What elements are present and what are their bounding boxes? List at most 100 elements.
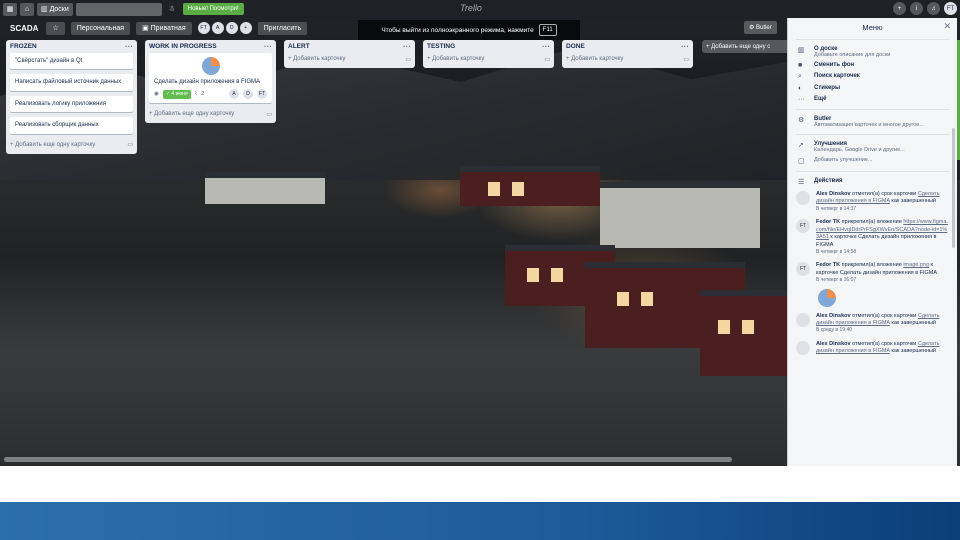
bell-icon[interactable]: ♫ (927, 2, 940, 15)
activity-time[interactable]: В четверг в 14:37 (816, 206, 856, 212)
butler-label: Butler (756, 24, 772, 31)
apps-icon[interactable]: ▦ (3, 2, 17, 16)
activity-text: прикрепил(а) вложение (841, 262, 902, 269)
add-card-button[interactable]: + Добавить еще одну карточку ▭ (10, 139, 133, 151)
activity-time[interactable]: В четверг в 16:07 (816, 277, 856, 283)
menu-scrollbar[interactable] (952, 128, 955, 248)
activity-avatar[interactable] (796, 312, 810, 327)
list-title[interactable]: TESTING (427, 43, 455, 50)
activity-text: отметил(а) срок карточки (852, 340, 917, 347)
home-icon[interactable]: ⌂ (20, 2, 34, 16)
add-card-button[interactable]: + Добавить карточку ▭ (288, 53, 411, 65)
trello-logo[interactable]: Trello (460, 3, 482, 13)
star-icon[interactable]: ☆ (46, 21, 65, 35)
activity-avatar[interactable] (796, 340, 810, 355)
card[interactable]: Реализовать сборщик данных (10, 117, 133, 134)
list-menu-icon[interactable]: ··· (542, 42, 550, 51)
menu-item-search[interactable]: ⌕ Поиск карточек (788, 71, 957, 83)
list-alert[interactable]: ALERT ··· + Добавить карточку ▭ (284, 40, 415, 68)
list-title[interactable]: ALERT (288, 43, 310, 50)
butler-button[interactable]: ⚙ Butler (744, 21, 777, 34)
list-done[interactable]: DONE ··· + Добавить карточку ▭ (562, 40, 693, 68)
list-work-in-progress[interactable]: WORK IN PROGRESS ··· Сделать дизайн прило… (145, 40, 276, 124)
template-icon[interactable]: ▭ (405, 56, 411, 63)
template-icon[interactable]: ▭ (266, 111, 272, 118)
trello-window: ▦ ⌂ ▥ Доски ☃ Новые! Посмотри! Trello + … (0, 0, 960, 466)
horizontal-scrollbar[interactable] (4, 457, 732, 462)
menu-item-more[interactable]: ··· Ещё (788, 94, 957, 105)
list-menu-icon[interactable]: ··· (125, 42, 133, 51)
card-member-avatar[interactable]: A (229, 89, 239, 100)
add-card-button[interactable]: + Добавить карточку ▭ (427, 53, 550, 65)
activity-avatar[interactable]: FT (796, 262, 810, 277)
activity-avatar[interactable] (796, 191, 810, 205)
search-input[interactable] (75, 2, 162, 16)
info-icon[interactable]: i (910, 2, 923, 15)
activity-item: FT Fedor TK прикрепил(а) вложение https:… (788, 216, 957, 259)
card[interactable]: Написать файловый источник данных (10, 74, 133, 91)
member-avatar[interactable]: FT (197, 22, 210, 34)
template-icon[interactable]: ▭ (683, 56, 689, 63)
list-menu-icon[interactable]: ··· (264, 42, 272, 51)
card[interactable]: "Свёрстать" дизайн в Qt (10, 53, 133, 70)
list-frozen[interactable]: FROZEN ··· "Свёрстать" дизайн в Qt Написа… (6, 40, 137, 154)
member-avatar[interactable]: D (225, 22, 238, 34)
activity-user[interactable]: Alex Dinskov (816, 341, 851, 347)
attachment-thumbnail[interactable] (818, 288, 836, 307)
new-features-badge[interactable]: Новые! Посмотри! (182, 3, 244, 15)
list-title[interactable]: WORK IN PROGRESS (149, 43, 217, 50)
menu-item-sub: Добавьте описание для доски (814, 52, 891, 58)
activity-text: отметил(а) срок карточки (852, 312, 917, 319)
divider (796, 171, 949, 172)
card-member-avatar[interactable]: D (243, 89, 253, 100)
list-testing[interactable]: TESTING ··· + Добавить карточку ▭ (423, 40, 554, 68)
card-title: Сделать дизайн приложения в FIGMA (154, 79, 261, 85)
activity-user[interactable]: Fedor TK (816, 262, 840, 268)
more-members[interactable]: + (239, 22, 252, 34)
create-icon[interactable]: + (893, 2, 906, 15)
menu-item-background[interactable]: ■ Сменить фон (788, 60, 957, 71)
menu-item-powerups[interactable]: ➚ Улучшения Календарь, Google Drive и дру… (788, 139, 957, 155)
close-icon[interactable]: ✕ (943, 21, 951, 32)
activity-header: ☰ Действия (788, 176, 957, 188)
divider (796, 134, 949, 135)
activity-link[interactable]: image.png (903, 262, 929, 268)
privacy-button[interactable]: ▣ Приватная (136, 21, 192, 35)
card-member-avatar[interactable]: FT (257, 89, 267, 100)
boards-button[interactable]: ▥ Доски (37, 2, 73, 16)
menu-item-butler[interactable]: ⚙ Butler Автоматизация карточек и многое … (788, 114, 957, 130)
menu-item-about[interactable]: ▥ О доске Добавьте описание для доски (788, 44, 957, 60)
top-navigation-bar: ▦ ⌂ ▥ Доски ☃ Новые! Посмотри! Trello + … (0, 0, 960, 18)
card-cover-image (201, 57, 220, 75)
add-powerup-button[interactable]: ▢ Добавить улучшение... (788, 155, 957, 167)
activity-time[interactable]: В среду в 19:40 (816, 327, 852, 333)
background-house (205, 172, 325, 204)
user-avatar[interactable]: FT (944, 2, 957, 15)
template-icon[interactable]: ▭ (127, 141, 133, 148)
team-visibility-button[interactable]: Персональная (70, 21, 131, 35)
member-avatar[interactable]: A (211, 22, 224, 34)
add-card-button[interactable]: + Добавить карточку ▭ (566, 53, 689, 65)
card[interactable]: Реализовать логику приложения (10, 95, 133, 113)
activity-user[interactable]: Alex Dinskov (816, 313, 851, 319)
activity-time[interactable]: В четверг в 14:58 (816, 249, 856, 255)
template-icon[interactable]: ▭ (544, 56, 550, 63)
menu-item-stickers[interactable]: ◐ Стикеры (788, 83, 957, 94)
add-card-button[interactable]: + Добавить еще одну карточку ▭ (149, 108, 272, 120)
board-title[interactable]: SCADA (10, 24, 38, 33)
list-menu-icon[interactable]: ··· (403, 42, 411, 51)
more-icon: ··· (798, 96, 805, 103)
activity-icon: ☰ (798, 179, 805, 186)
due-date-badge[interactable]: ✓ 4 июня (162, 89, 191, 99)
activity-user[interactable]: Alex Dinskov (816, 191, 851, 197)
list-title[interactable]: DONE (566, 43, 585, 50)
activity-user[interactable]: Fedor TK (816, 219, 840, 225)
add-list-button[interactable]: + Добавить еще одну с (702, 40, 794, 53)
activity-tail: как завершенный (891, 348, 936, 355)
add-card-label: + Добавить карточку (427, 56, 485, 62)
activity-avatar[interactable]: FT (796, 219, 810, 234)
invite-button[interactable]: Пригласить (257, 21, 308, 35)
list-menu-icon[interactable]: ··· (681, 42, 689, 51)
card[interactable]: Сделать дизайн приложения в FIGMA ◉ ✓ 4 … (149, 53, 272, 104)
list-title[interactable]: FROZEN (10, 43, 37, 50)
